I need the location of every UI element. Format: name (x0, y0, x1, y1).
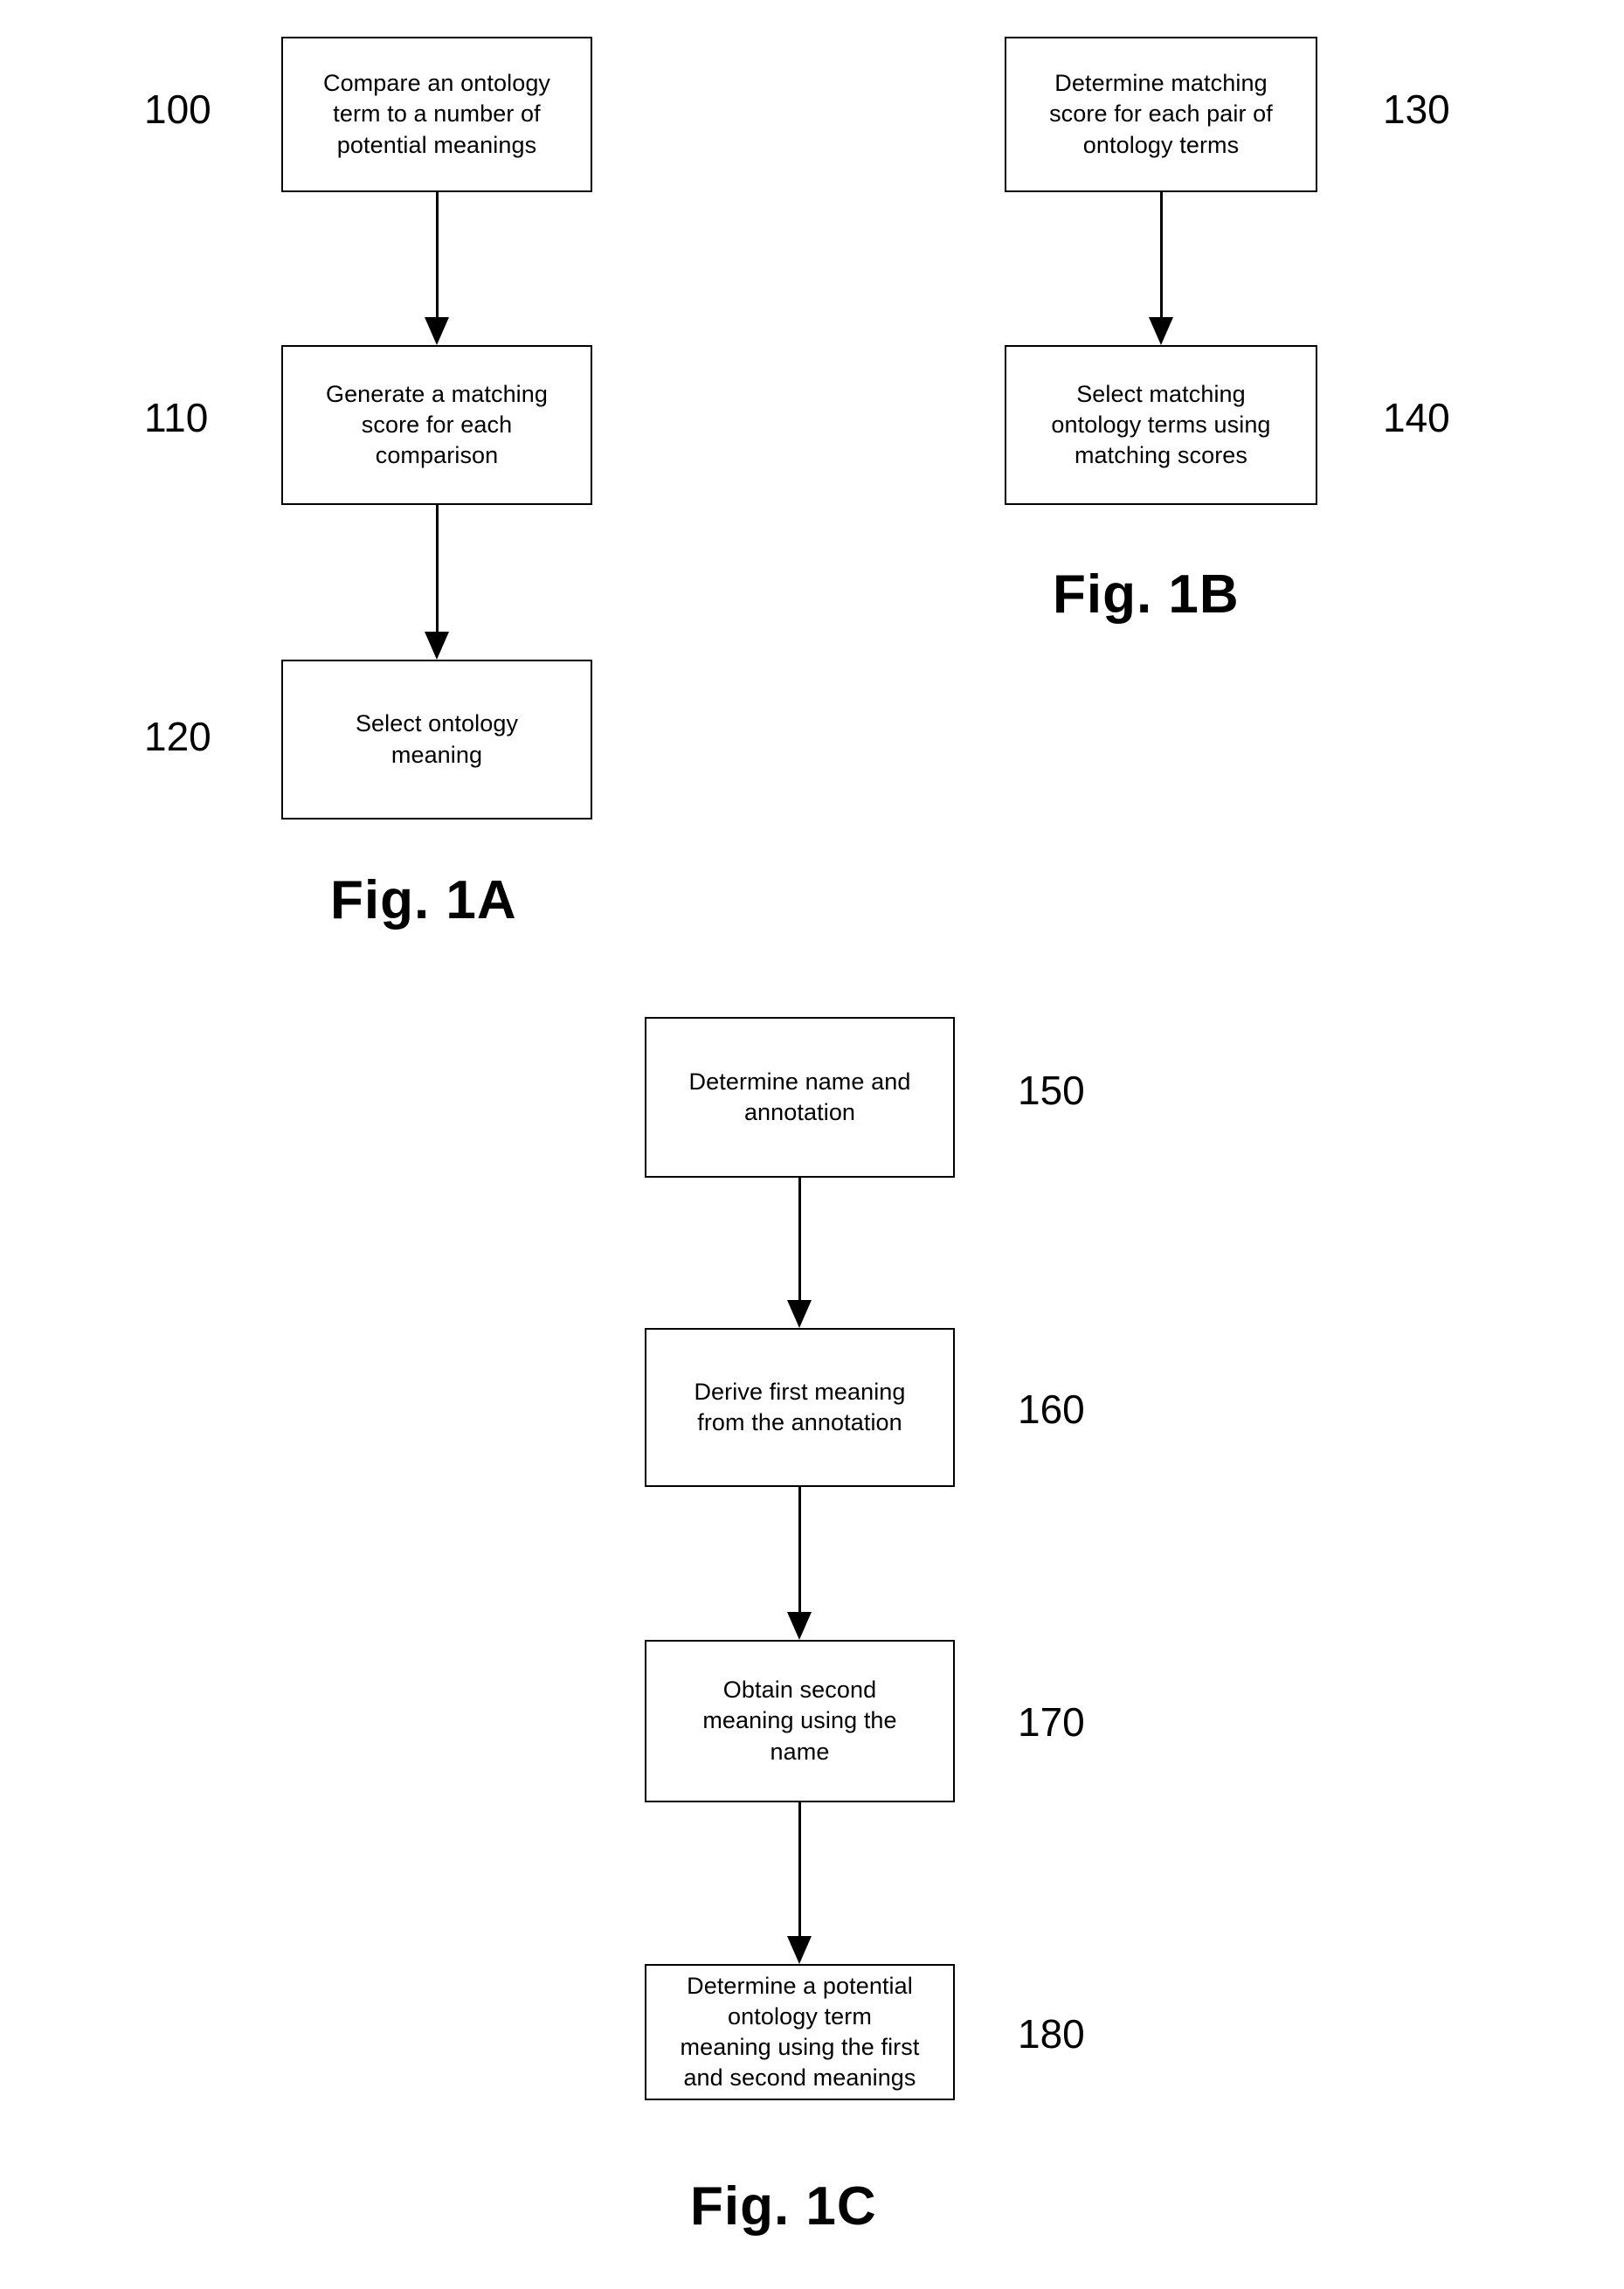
connector-shaft (436, 505, 439, 632)
figure-caption-1c: Fig. 1C (690, 2176, 877, 2237)
flowchart-node-130: Determine matching score for each pair o… (1005, 37, 1317, 192)
reference-numeral-110: 110 (144, 395, 209, 440)
flowchart-node-150: Determine name and annotation (645, 1017, 955, 1178)
arrowhead-icon (425, 317, 449, 345)
connector-150-to-160 (787, 1178, 812, 1328)
reference-numeral-160: 160 (1018, 1387, 1085, 1432)
reference-numeral-100: 100 (144, 86, 211, 132)
reference-numeral-120: 120 (144, 714, 211, 759)
connector-shaft (436, 192, 439, 317)
connector-160-to-170 (787, 1487, 812, 1640)
arrowhead-icon (787, 1300, 812, 1328)
flowchart-node-100-label: Compare an ontology term to a number of … (322, 70, 551, 158)
figure-caption-1b: Fig. 1B (1053, 564, 1240, 625)
arrowhead-icon (1149, 317, 1173, 345)
connector-shaft (798, 1178, 801, 1300)
flowchart-node-150-label: Determine name and annotation (688, 1068, 911, 1125)
reference-numeral-140: 140 (1383, 395, 1450, 440)
flowchart-node-120: Select ontology meaning (281, 660, 592, 819)
flowchart-node-170-label: Obtain second meaning using the name (702, 1677, 897, 1765)
flowchart-node-120-label: Select ontology meaning (355, 710, 519, 768)
connector-shaft (798, 1487, 801, 1612)
connector-shaft (1160, 192, 1163, 317)
connector-170-to-180 (787, 1802, 812, 1964)
flowchart-node-140: Select matching ontology terms using mat… (1005, 345, 1317, 505)
reference-numeral-170: 170 (1018, 1699, 1085, 1745)
reference-numeral-150: 150 (1018, 1068, 1085, 1113)
reference-numeral-180: 180 (1018, 2011, 1085, 2057)
connector-100-to-110 (425, 192, 449, 345)
flowchart-node-180-label: Determine a potential ontology term mean… (680, 1972, 920, 2092)
flowchart-node-180: Determine a potential ontology term mean… (645, 1964, 955, 2100)
flowchart-node-160-label: Derive first meaning from the annotation (694, 1378, 906, 1435)
flowchart-node-100: Compare an ontology term to a number of … (281, 37, 592, 192)
patent-figure-sheet: 100 Compare an ontology term to a number… (0, 0, 1624, 2289)
flowchart-node-160: Derive first meaning from the annotation (645, 1328, 955, 1487)
arrowhead-icon (787, 1936, 812, 1964)
flowchart-node-130-label: Determine matching score for each pair o… (1049, 70, 1273, 158)
connector-130-to-140 (1149, 192, 1173, 345)
flowchart-node-110-label: Generate a matching score for each compa… (325, 380, 549, 469)
flowchart-node-110: Generate a matching score for each compa… (281, 345, 592, 505)
figure-caption-1a: Fig. 1A (330, 870, 517, 930)
arrowhead-icon (787, 1612, 812, 1640)
flowchart-node-170: Obtain second meaning using the name (645, 1640, 955, 1802)
connector-110-to-120 (425, 505, 449, 660)
flowchart-node-140-label: Select matching ontology terms using mat… (1051, 380, 1271, 469)
reference-numeral-130: 130 (1383, 86, 1450, 132)
arrowhead-icon (425, 632, 449, 660)
connector-shaft (798, 1802, 801, 1936)
